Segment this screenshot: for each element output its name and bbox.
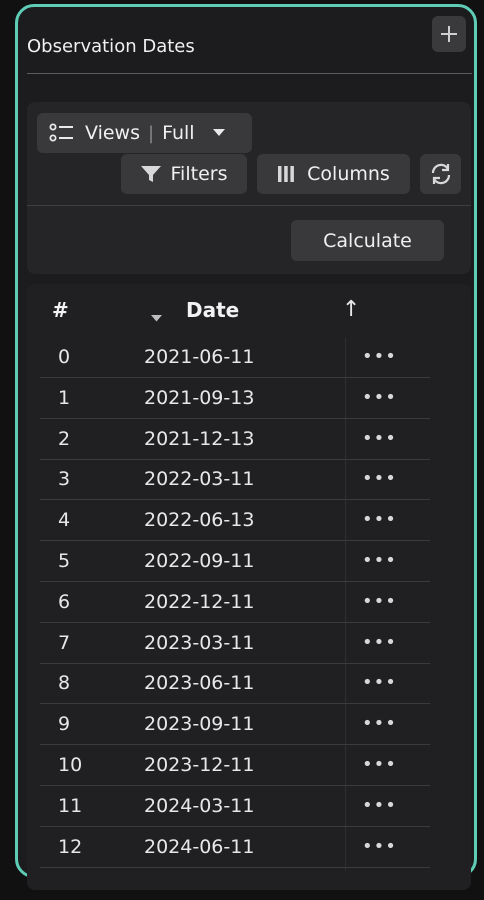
row-date: 2023-06-11: [144, 672, 255, 695]
row-date: 2023-09-11: [144, 713, 255, 736]
row-more-actions-icon[interactable]: •••: [362, 346, 397, 367]
row-more-actions-icon[interactable]: •••: [362, 754, 397, 775]
column-header-index[interactable]: #: [52, 298, 69, 322]
table-row[interactable]: 7 2023-03-11 •••: [40, 624, 430, 664]
sort-caret-icon[interactable]: [151, 307, 162, 326]
views-separator: |: [148, 122, 155, 144]
refresh-button[interactable]: [420, 154, 461, 194]
row-date: 2021-06-11: [144, 346, 255, 368]
row-index: 2: [58, 427, 71, 450]
views-label: Views: [85, 122, 140, 144]
row-more-actions-icon[interactable]: •••: [362, 632, 397, 653]
row-more-actions-icon[interactable]: •••: [362, 672, 397, 693]
columns-button[interactable]: Columns: [257, 154, 410, 194]
table-row[interactable]: 0 2021-06-11 •••: [40, 338, 430, 378]
caret-down-icon: [212, 129, 225, 137]
row-more-actions-icon[interactable]: •••: [362, 468, 397, 489]
toolbar-divider: [27, 205, 471, 206]
views-value: Full: [162, 122, 195, 144]
row-index: 6: [58, 590, 71, 613]
row-date: 2024-06-11: [144, 835, 255, 858]
table-row[interactable]: 10 2023-12-11 •••: [40, 746, 430, 786]
panel-title: Observation Dates: [27, 36, 195, 57]
row-date: 2022-12-11: [144, 590, 255, 613]
row-more-actions-icon[interactable]: •••: [362, 550, 397, 571]
row-index: 10: [58, 754, 83, 776]
table-row[interactable]: 9 2023-09-11 •••: [40, 705, 430, 746]
column-header-date[interactable]: Date: [186, 298, 239, 322]
row-index: 3: [58, 468, 71, 491]
row-more-actions-icon[interactable]: •••: [362, 428, 397, 449]
row-index: 12: [58, 835, 83, 858]
row-index: 4: [58, 509, 71, 532]
calculate-button[interactable]: Calculate: [291, 220, 444, 261]
row-date: 2021-09-13: [144, 386, 255, 409]
refresh-icon: [431, 163, 450, 185]
row-date: 2022-06-13: [144, 509, 255, 532]
views-dropdown[interactable]: Views | Full: [37, 113, 252, 153]
table-row[interactable]: 2 2021-12-13 •••: [40, 420, 430, 460]
table-row[interactable]: 11 2024-03-11 •••: [40, 787, 430, 827]
title-divider: [27, 73, 472, 74]
row-date: 2022-03-11: [144, 468, 255, 491]
row-date: 2024-03-11: [144, 794, 255, 817]
table-row[interactable]: 8 2023-06-11 •••: [40, 664, 430, 705]
columns-label: Columns: [307, 163, 390, 185]
filters-label: Filters: [170, 163, 228, 185]
row-more-actions-icon[interactable]: •••: [362, 836, 397, 857]
table-row[interactable]: 6 2022-12-11 •••: [40, 583, 430, 623]
row-more-actions-icon[interactable]: •••: [362, 591, 397, 612]
row-index: 1: [58, 386, 71, 409]
row-date: 2022-09-11: [144, 550, 255, 572]
columns-icon: [277, 165, 295, 183]
row-index: 9: [58, 713, 71, 736]
list-view-icon: [49, 123, 75, 143]
table-row[interactable]: 1 2021-09-13 •••: [40, 379, 430, 419]
row-index: 8: [58, 672, 71, 695]
table-row[interactable]: 3 2022-03-11 •••: [40, 460, 430, 501]
row-index: 5: [58, 550, 71, 572]
table-row[interactable]: 4 2022-06-13 •••: [40, 501, 430, 542]
row-date: 2023-12-11: [144, 754, 255, 776]
row-more-actions-icon[interactable]: •••: [362, 795, 397, 816]
plus-icon: [441, 26, 457, 42]
row-more-actions-icon[interactable]: •••: [362, 509, 397, 530]
row-more-actions-icon[interactable]: •••: [362, 713, 397, 734]
row-index: 7: [58, 631, 71, 654]
filter-icon: [140, 165, 161, 183]
row-date: 2021-12-13: [144, 427, 255, 450]
row-more-actions-icon[interactable]: •••: [362, 387, 397, 408]
sort-ascending-icon[interactable]: ↑: [342, 297, 360, 322]
row-date: 2023-03-11: [144, 631, 255, 654]
table-row[interactable]: 5 2022-09-11 •••: [40, 542, 430, 582]
table-row[interactable]: 12 2024-06-11 •••: [40, 828, 430, 868]
filters-button[interactable]: Filters: [121, 154, 247, 194]
row-index: 11: [58, 794, 83, 817]
add-button[interactable]: [432, 16, 466, 52]
row-index: 0: [58, 346, 71, 368]
